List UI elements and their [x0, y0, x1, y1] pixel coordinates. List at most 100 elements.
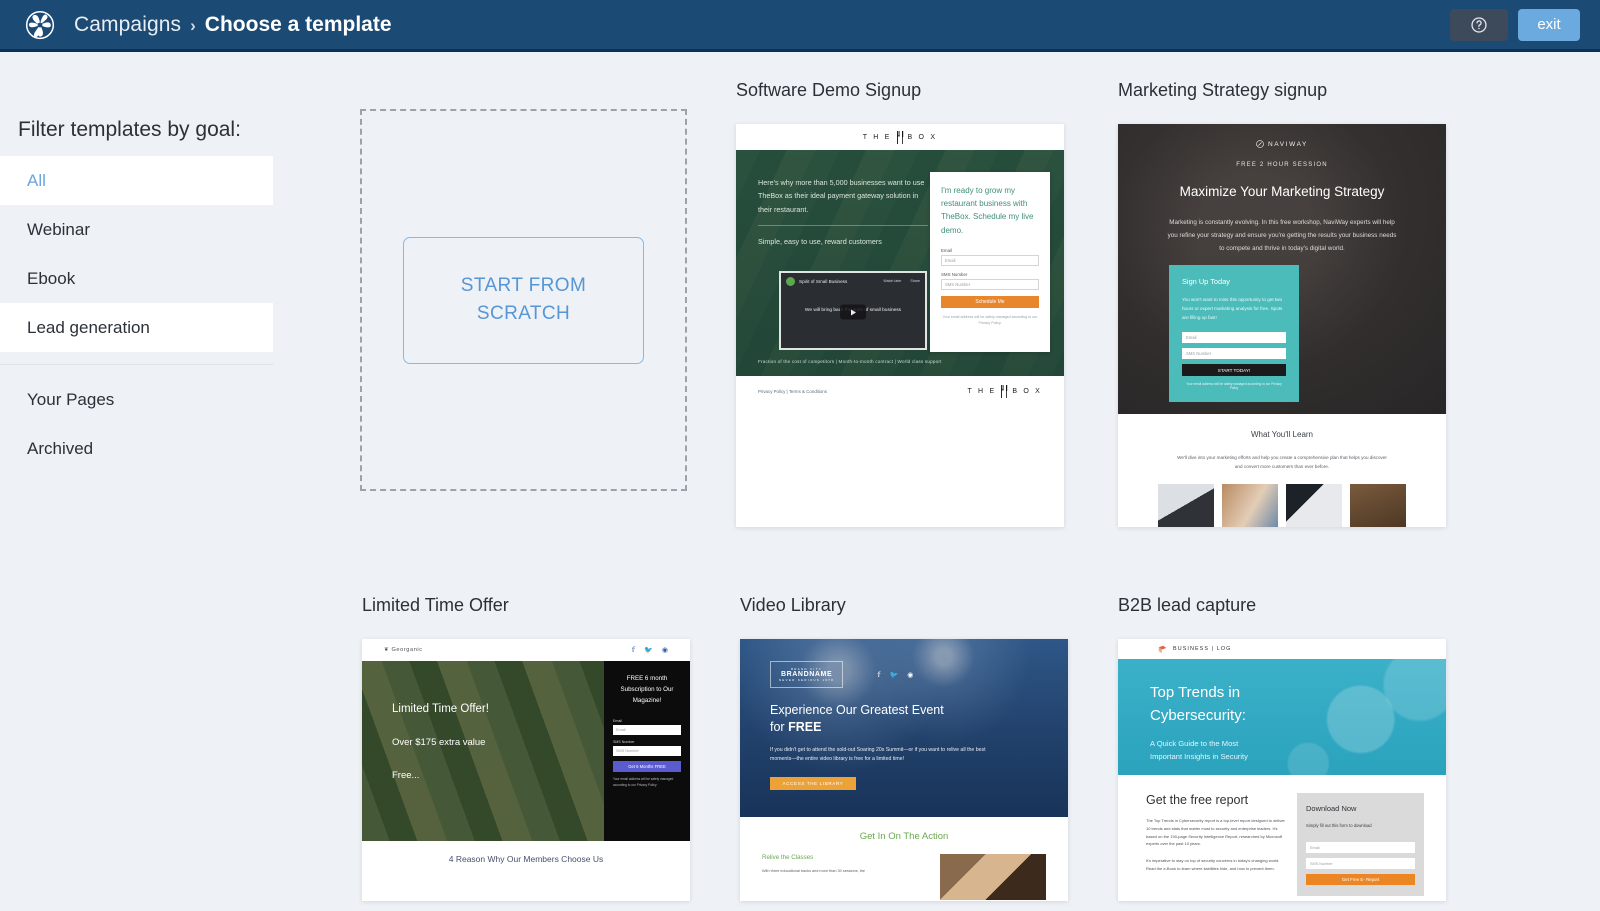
template-thumbnail-software-demo[interactable]: T H E B O X Here's why more than 5,000 b… [736, 124, 1064, 527]
help-button[interactable] [1450, 8, 1508, 41]
brand-pre: T H E [862, 133, 892, 141]
share-icon: Share [910, 279, 920, 284]
breadcrumb-current-page: Choose a template [204, 12, 392, 36]
twitter-icon[interactable]: 🐦 [889, 671, 898, 679]
b2-subhead-line1: A Quick Guide to the Most [1150, 738, 1239, 748]
instagram-icon[interactable]: ◉ [907, 671, 913, 679]
app-logo[interactable] [24, 9, 56, 41]
b2-headline: Top Trends in Cybersecurity: [1150, 681, 1446, 728]
hero-copy-block: Here's why more than 5,000 businesses wa… [758, 176, 930, 248]
b2-email-field[interactable]: Email [1306, 842, 1415, 853]
play-button-icon[interactable] [840, 304, 866, 320]
vl-text-column: Relive the Classes With three educationa… [762, 854, 926, 900]
hero-headline: Here's why more than 5,000 businesses wa… [758, 178, 925, 214]
b2-body: Get the free report The Top Trends in Cy… [1118, 775, 1446, 896]
vl-headline-free: FREE [788, 719, 822, 734]
start-from-scratch-card[interactable]: START FROM SCRATCH [360, 109, 687, 491]
vl-speaker-image [940, 854, 1046, 900]
mk-hero: NAVIWAY FREE 2 HOUR SESSION Maximize You… [1118, 124, 1446, 414]
sidebar-item-all[interactable]: All [0, 156, 273, 205]
vl-body: Get In On The Action Relive the Classes … [740, 817, 1068, 900]
template-cell-video-library: Video Library BRAND CITY BRANDNAME NEVER… [740, 595, 1068, 901]
facebook-icon[interactable]: 𝕗 [632, 646, 635, 654]
mk-signup-form: Sign Up Today You won't want to miss thi… [1169, 265, 1299, 402]
sms-field[interactable]: SMS Number [941, 278, 1039, 290]
schedule-me-button[interactable]: Schedule Me [941, 295, 1039, 308]
sidebar-item-your-pages[interactable]: Your Pages [0, 375, 273, 424]
exit-button[interactable]: exit [1518, 8, 1580, 41]
template-cell-limited-time-offer: Limited Time Offer ❦ Georganic 𝕗 🐦 ◉ Lim… [362, 595, 690, 901]
lt-email-label: Email [613, 719, 622, 724]
breadcrumb: Campaigns › Choose a template [74, 13, 392, 37]
lt-sms-field[interactable]: SMS Number [613, 746, 681, 757]
sidebar-item-webinar[interactable]: Webinar [0, 205, 273, 254]
thebox-logo: T H E B O X [862, 130, 937, 144]
breadcrumb-campaigns-link[interactable]: Campaigns [74, 13, 181, 37]
hero-rule [758, 224, 928, 226]
facebook-icon[interactable]: 𝕗 [877, 671, 880, 679]
pinwheel-logo-icon [25, 10, 55, 39]
signup-form-preview: I'm ready to grow my restaurant business… [930, 172, 1050, 352]
sidebar-item-ebook[interactable]: Ebook [0, 254, 273, 303]
vl-paragraph: If you didn't get to attend the sold-out… [770, 746, 986, 763]
vl-subheading: Relive the Classes [762, 854, 814, 861]
lt-copy: Limited Time Offer! Over $175 extra valu… [362, 661, 604, 841]
template-thumbnail-limited-time-offer[interactable]: ❦ Georganic 𝕗 🐦 ◉ Limited Time Offer! Ov… [362, 639, 690, 901]
email-field[interactable]: Email [941, 254, 1039, 266]
template-thumbnail-marketing-strategy[interactable]: NAVIWAY FREE 2 HOUR SESSION Maximize You… [1118, 124, 1446, 527]
b2-paragraph-1: The Top Trends in Cybersecurity report i… [1146, 818, 1285, 847]
mk-start-today-button[interactable]: START TODAY! [1182, 364, 1286, 376]
mk-kicker: FREE 2 HOUR SESSION [1236, 162, 1328, 168]
watch-later-icon: Watch later [883, 279, 902, 284]
thumb-hero: Here's why more than 5,000 businesses wa… [736, 150, 1064, 376]
scratch-label-line2: SCRATCH [476, 303, 571, 324]
video-title: Spirit of Small Business [799, 279, 848, 284]
vl-headline-pre: for [770, 719, 789, 734]
mk-section-paragraph: We'll dive into your marketing efforts a… [1177, 455, 1387, 469]
lt-form-panel: FREE 6 month Subscription to Our Magazin… [604, 661, 690, 841]
mk-thumb-4 [1350, 483, 1406, 527]
filter-nav-list: All Webinar Ebook Lead generation [0, 156, 273, 352]
thumb-brand-header: T H E B O X [736, 124, 1064, 150]
template-grid: START FROM SCRATCH Software Demo Signup … [300, 52, 1600, 911]
b2-hero: Top Trends in Cybersecurity: A Quick Gui… [1118, 659, 1446, 775]
b2-headline-line1: Top Trends in [1150, 684, 1241, 701]
template-thumbnail-b2b-lead-capture[interactable]: BUSINESS | LOG Top Trends in Cybersecuri… [1118, 639, 1446, 901]
brand-subline: NEVER SERIOUS 1978 [779, 678, 835, 682]
template-title-limited-time-offer: Limited Time Offer [362, 595, 509, 615]
template-title-marketing-strategy: Marketing Strategy signup [1118, 80, 1328, 100]
instagram-icon[interactable]: ◉ [662, 646, 668, 654]
mk-headline: Maximize Your Marketing Strategy [1179, 184, 1385, 199]
lt-headline: Limited Time Offer! [392, 703, 489, 715]
start-from-scratch-button[interactable]: START FROM SCRATCH [403, 236, 644, 364]
scratch-label-line1: START FROM [460, 275, 587, 297]
b2-body-heading: Get the free report [1146, 793, 1249, 807]
mk-sms-field[interactable]: SMS Number [1182, 348, 1286, 359]
mk-thumb-2 [1222, 483, 1278, 527]
lt-cta-button[interactable]: Get 6 Months FREE [613, 761, 681, 773]
mk-form-paragraph: You won't want to miss this opportunity … [1182, 297, 1283, 321]
lt-panel-headline: FREE 6 month Subscription to Our Magazin… [620, 675, 674, 705]
twitter-icon[interactable]: 🐦 [644, 646, 653, 654]
social-icons: 𝕗 🐦 ◉ [632, 646, 668, 654]
naviway-wordmark: NAVIWAY [1268, 140, 1308, 148]
email-label: Email [941, 247, 952, 253]
mk-email-field[interactable]: Email [1182, 332, 1286, 343]
vl-subtext: With three educational tracks and more t… [762, 869, 865, 873]
template-thumbnail-video-library[interactable]: BRAND CITY BRANDNAME NEVER SERIOUS 1978 … [740, 639, 1068, 901]
template-title-software-demo: Software Demo Signup [736, 80, 922, 100]
sidebar-item-archived[interactable]: Archived [0, 424, 273, 473]
sidebar-item-lead-generation[interactable]: Lead generation [0, 303, 273, 352]
lt-email-field[interactable]: Email [613, 725, 681, 736]
b2-get-report-button[interactable]: Get Free E- Report [1306, 874, 1415, 885]
video-player-preview[interactable]: Spirit of Small Business Watch later Sha… [779, 271, 927, 350]
b2-sms-field[interactable]: SMS Number [1306, 858, 1415, 869]
b2-form-heading: Download Now [1306, 804, 1357, 813]
vl-topbar: BRAND CITY BRANDNAME NEVER SERIOUS 1978 … [740, 639, 1068, 688]
mk-thumbnail-row [1118, 483, 1446, 527]
vl-headline: Experience Our Greatest Event for FREE [770, 702, 1020, 736]
mk-subhead: Marketing is constantly evolving. In thi… [1167, 219, 1397, 252]
mk-section-heading: What You'll Learn [1250, 430, 1313, 439]
vl-access-library-button[interactable]: ACCESS THE LIBRARY [770, 777, 856, 790]
video-actions: Watch later Share [883, 279, 920, 284]
